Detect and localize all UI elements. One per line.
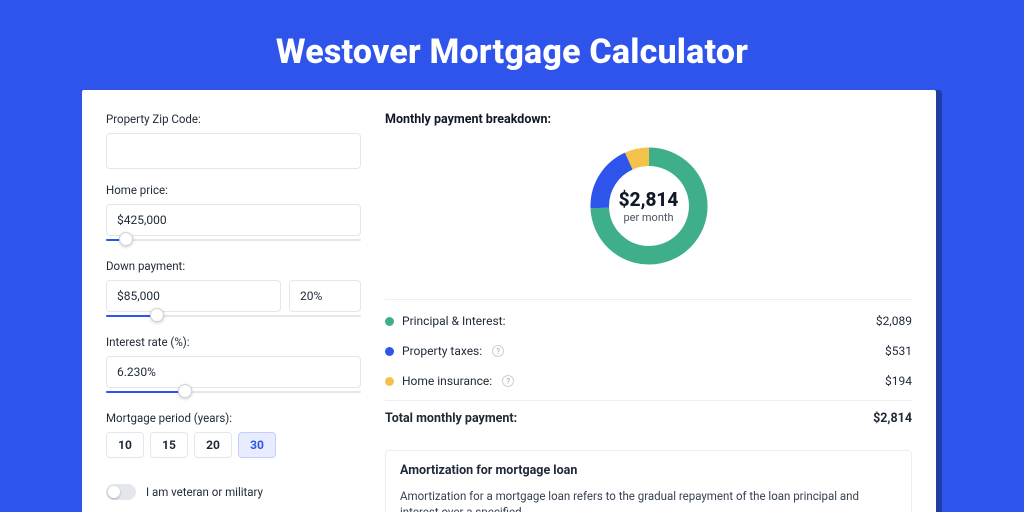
home-price-label: Home price: [106, 183, 361, 197]
amortization-box: Amortization for mortgage loan Amortizat… [385, 450, 912, 512]
donut-chart: $2,814 per month [584, 141, 714, 271]
legend-amount: $194 [885, 374, 912, 388]
rate-slider-knob[interactable] [178, 384, 192, 398]
legend-amount: $531 [885, 344, 912, 358]
period-button-20[interactable]: 20 [194, 432, 232, 458]
card-shadow: Property Zip Code: Home price: $425,000 … [82, 90, 942, 512]
down-payment-slider[interactable] [106, 311, 361, 321]
veteran-row: I am veteran or military [106, 484, 361, 500]
period-button-30[interactable]: 30 [238, 432, 276, 458]
down-payment-input[interactable]: $85,000 [106, 280, 281, 312]
home-price-value: $425,000 [117, 213, 167, 227]
info-icon[interactable]: ? [492, 345, 504, 357]
down-payment-slider-knob[interactable] [150, 308, 164, 322]
donut-subtext: per month [623, 211, 673, 224]
form-panel: Property Zip Code: Home price: $425,000 … [106, 112, 361, 512]
donut-amount: $2,814 [619, 188, 679, 211]
hero: Westover Mortgage Calculator [0, 0, 1024, 90]
page-title: Westover Mortgage Calculator [0, 32, 1024, 72]
down-payment-value: $85,000 [117, 289, 160, 303]
legend-label: Home insurance: [402, 374, 492, 388]
legend-dot-blue [385, 347, 394, 356]
period-button-15[interactable]: 15 [150, 432, 188, 458]
legend-dot-yellow [385, 377, 394, 386]
rate-slider-fill [106, 391, 185, 393]
legend-dot-green [385, 317, 394, 326]
total-amount: $2,814 [873, 411, 912, 426]
home-price-slider[interactable] [106, 235, 361, 245]
rate-slider[interactable] [106, 387, 361, 397]
home-price-input[interactable]: $425,000 [106, 204, 361, 236]
down-payment-label: Down payment: [106, 259, 361, 273]
down-percent-value: 20% [300, 289, 322, 303]
info-icon[interactable]: ? [502, 375, 514, 387]
divider [385, 299, 912, 300]
amortization-title: Amortization for mortgage loan [400, 463, 897, 478]
legend-row: Principal & Interest: $2,089 [385, 306, 912, 336]
amortization-body: Amortization for a mortgage loan refers … [400, 488, 897, 512]
zip-label: Property Zip Code: [106, 112, 361, 126]
breakdown-panel: Monthly payment breakdown: $2,814 per mo… [385, 112, 912, 512]
veteran-toggle[interactable] [106, 484, 136, 500]
period-label: Mortgage period (years): [106, 411, 361, 425]
rate-label: Interest rate (%): [106, 335, 361, 349]
zip-input[interactable] [106, 133, 361, 169]
donut-wrap: $2,814 per month [385, 127, 912, 289]
veteran-label: I am veteran or military [146, 485, 263, 499]
legend-label: Principal & Interest: [402, 314, 506, 328]
legend-label: Property taxes: [402, 344, 482, 358]
legend-row: Property taxes:? $531 [385, 336, 912, 366]
legend-row: Home insurance:? $194 [385, 366, 912, 396]
breakdown-title: Monthly payment breakdown: [385, 112, 912, 127]
rate-value: 6.230% [117, 365, 156, 379]
total-label: Total monthly payment: [385, 411, 517, 426]
calculator-card: Property Zip Code: Home price: $425,000 … [82, 90, 936, 512]
total-row: Total monthly payment: $2,814 [385, 400, 912, 438]
donut-center: $2,814 per month [584, 141, 714, 271]
legend: Principal & Interest: $2,089 Property taxe… [385, 306, 912, 396]
down-percent-input[interactable]: 20% [289, 280, 361, 312]
rate-input[interactable]: 6.230% [106, 356, 361, 388]
legend-amount: $2,089 [876, 314, 912, 328]
period-button-10[interactable]: 10 [106, 432, 144, 458]
period-row: 10152030 [106, 432, 361, 458]
home-price-slider-knob[interactable] [119, 232, 133, 246]
